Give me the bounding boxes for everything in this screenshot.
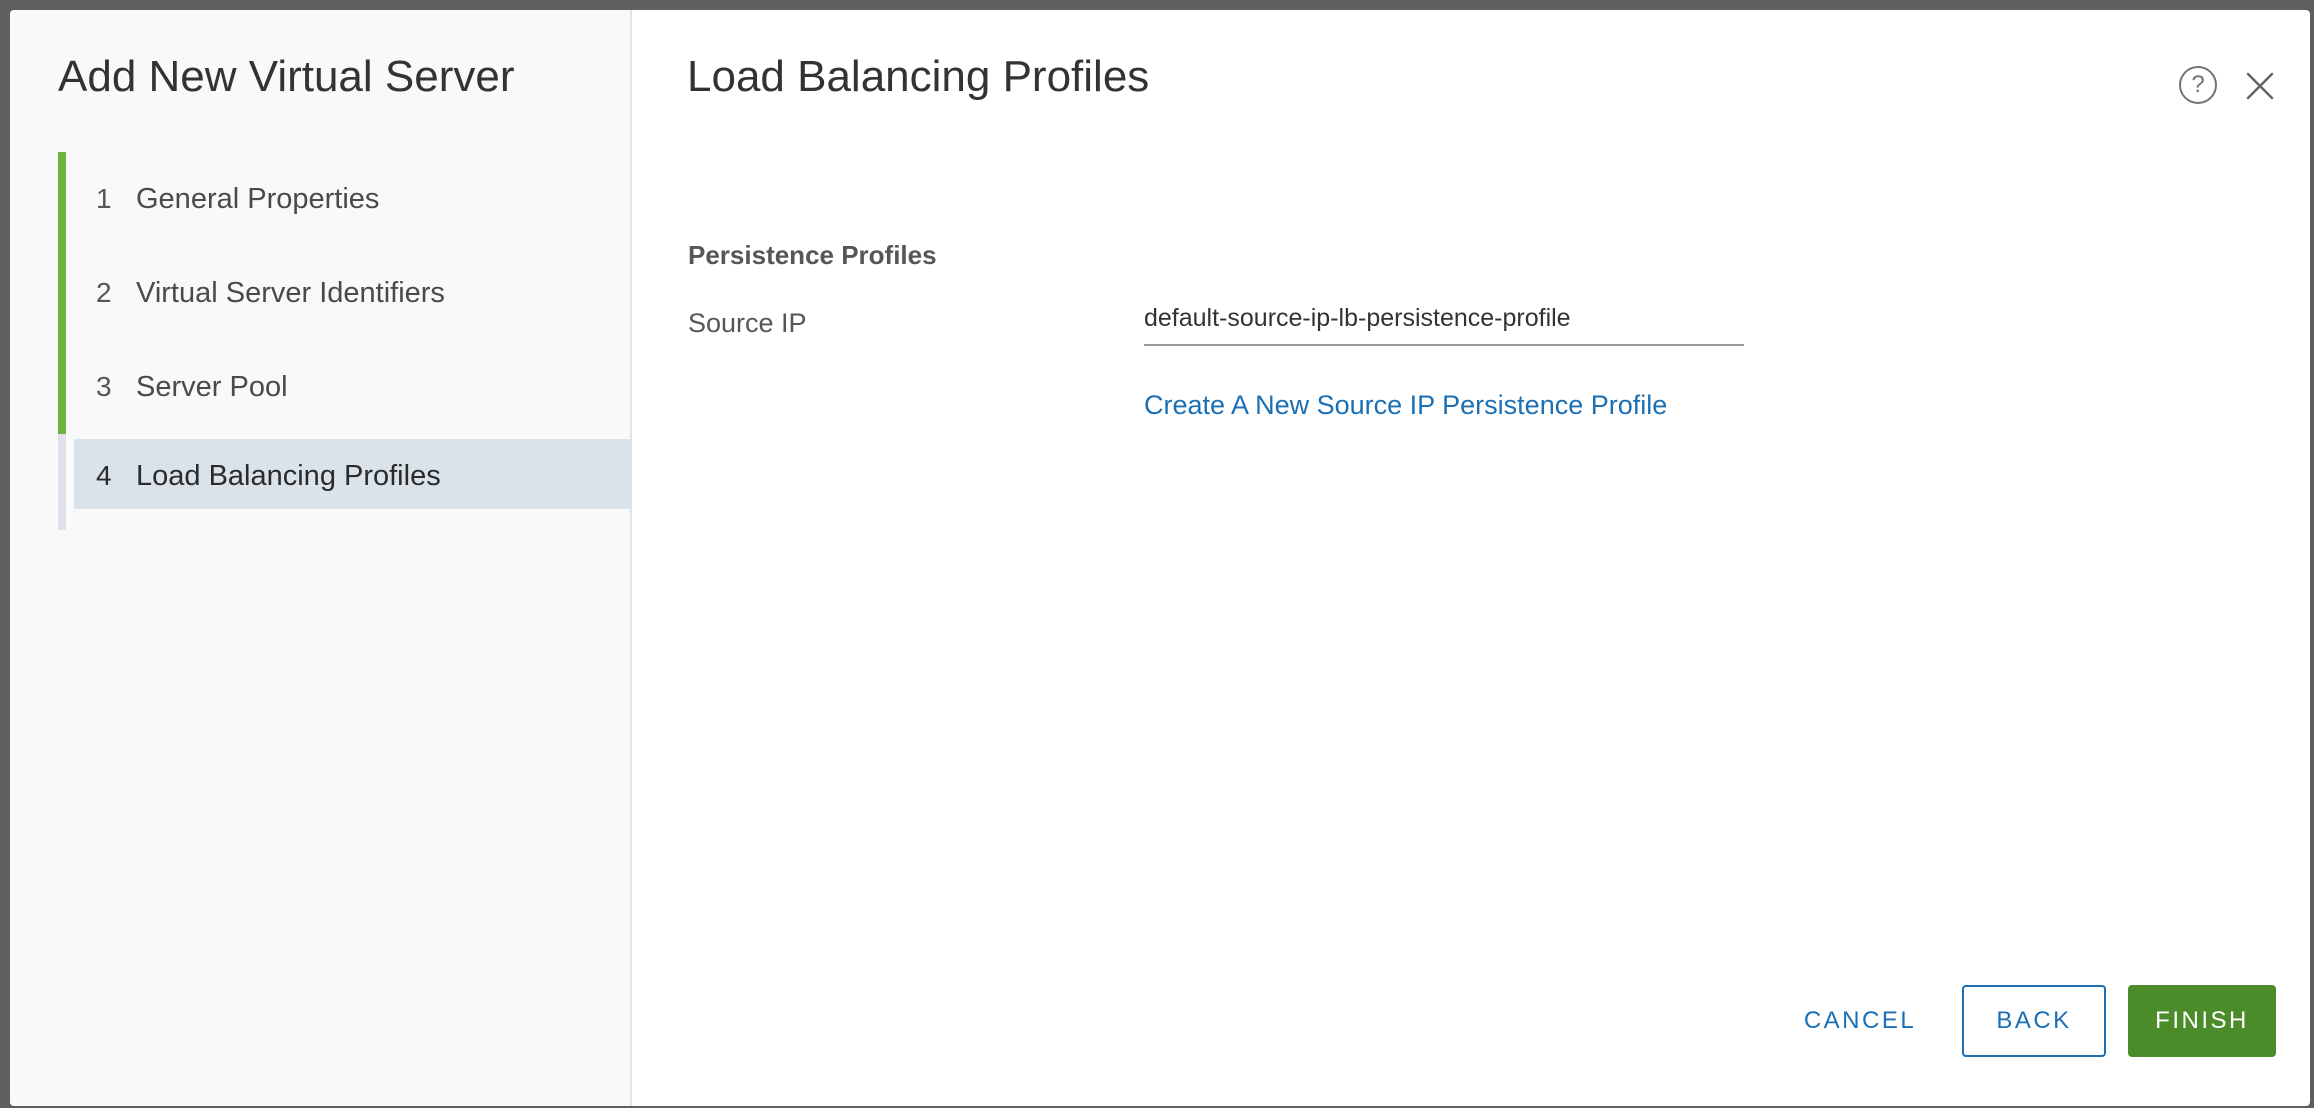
wizard-stepper: Add New Virtual Server 1 General Propert… bbox=[10, 10, 632, 1106]
finish-button[interactable]: FINISH bbox=[2128, 985, 2276, 1057]
step-label: General Properties bbox=[136, 182, 380, 215]
step-server-pool[interactable]: 3 Server Pool bbox=[58, 340, 632, 434]
step-progress-bar bbox=[58, 434, 66, 530]
source-ip-profile-field[interactable] bbox=[1144, 300, 1744, 346]
step-number: 2 bbox=[96, 277, 112, 308]
step-general-properties[interactable]: 1 General Properties bbox=[58, 152, 632, 246]
create-source-ip-profile-link[interactable]: Create A New Source IP Persistence Profi… bbox=[1144, 390, 1667, 421]
step-label: Load Balancing Profiles bbox=[136, 459, 441, 492]
step-progress-bar bbox=[58, 340, 66, 434]
step-load-balancing-profiles[interactable]: 4 Load Balancing Profiles bbox=[58, 434, 632, 530]
step-progress-bar bbox=[58, 246, 66, 340]
wizard-content: Load Balancing Profiles ? Persistence Pr… bbox=[632, 10, 2310, 1106]
source-ip-label: Source IP bbox=[688, 308, 807, 338]
persistence-profiles-heading: Persistence Profiles bbox=[688, 240, 937, 270]
step-progress-bar bbox=[58, 152, 66, 246]
back-button[interactable]: BACK bbox=[1962, 985, 2106, 1057]
step-virtual-server-identifiers[interactable]: 2 Virtual Server Identifiers bbox=[58, 246, 632, 340]
step-number: 1 bbox=[96, 183, 112, 214]
wizard-steps: 1 General Properties 2 Virtual Server Id… bbox=[58, 152, 632, 530]
close-icon[interactable] bbox=[2242, 68, 2278, 104]
wizard-title: Add New Virtual Server bbox=[58, 52, 515, 101]
add-virtual-server-wizard: Add New Virtual Server 1 General Propert… bbox=[10, 10, 2310, 1106]
cancel-button[interactable]: CANCEL bbox=[1770, 985, 1950, 1057]
step-number: 3 bbox=[96, 371, 112, 402]
step-number: 4 bbox=[96, 460, 112, 491]
step-label: Server Pool bbox=[136, 370, 288, 403]
help-icon[interactable]: ? bbox=[2179, 66, 2217, 104]
step-label: Virtual Server Identifiers bbox=[136, 276, 445, 309]
page-title: Load Balancing Profiles bbox=[687, 52, 1150, 101]
